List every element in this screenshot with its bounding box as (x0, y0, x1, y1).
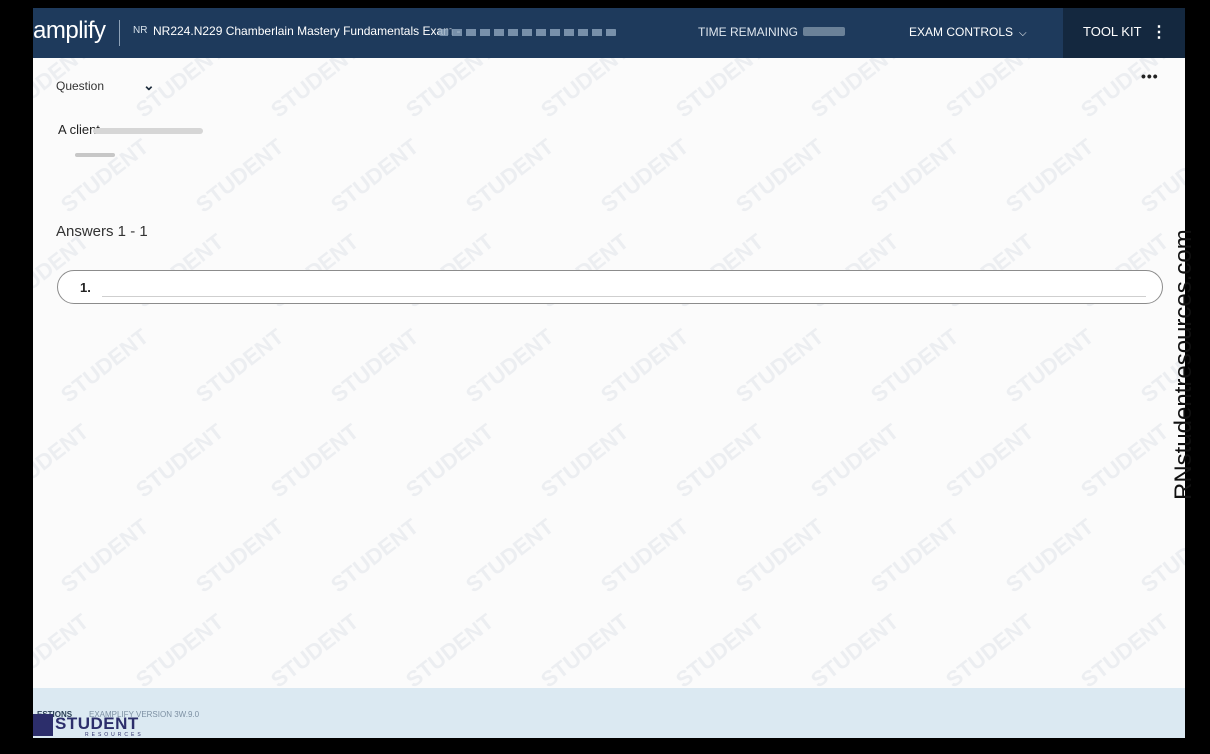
watermark-text: STUDENT (191, 513, 289, 598)
watermark-text: STUDENT (56, 323, 154, 408)
watermark-text: STUDENT (326, 133, 424, 218)
watermark-text: STUDENT (806, 608, 904, 688)
question-label: Question (56, 79, 105, 93)
watermark-text: STUDENT (671, 418, 769, 503)
watermark-text: STUDENT (1136, 513, 1185, 598)
watermark-text: STUDENT (941, 58, 1039, 123)
brand-subtitle: RESOURCES (85, 732, 144, 738)
footer-bar: ESTIONS EXAMPLIFY VERSION 3W.9.0 (33, 688, 1185, 738)
watermark-text: STUDENT (191, 133, 289, 218)
more-options-icon[interactable]: ••• (1141, 68, 1159, 84)
toolkit-button[interactable]: TOOL KIT ⋮ (1063, 8, 1185, 58)
watermark-text: STUDENT (401, 58, 499, 123)
watermark-text: STUDENT (596, 133, 694, 218)
watermark-text: STUDENT (941, 608, 1039, 688)
app-logo: amplify (33, 17, 106, 44)
exam-controls-label: EXAM CONTROLS (909, 25, 1014, 39)
watermark-text: STUDENT (191, 323, 289, 408)
watermark-text: STUDENT (266, 58, 364, 123)
top-bar: amplify NR NR224.N229 Chamberlain Master… (33, 8, 1185, 58)
header-divider (119, 20, 120, 46)
watermark-text: STUDENT (941, 418, 1039, 503)
watermark-text: STUDENT (1001, 513, 1099, 598)
kebab-icon: ⋮ (1151, 24, 1167, 41)
answer-number: 1. (80, 280, 91, 295)
question-dropdown-icon[interactable]: ⌄ (143, 77, 155, 94)
watermark-text: STUDENT (536, 608, 634, 688)
watermark-text: STUDENT (326, 513, 424, 598)
watermark-text: STUDENT (1001, 323, 1099, 408)
watermark-layer: STUDENT STUDENT STUDENT STUDENT STUDENT STUDE… (33, 58, 1185, 688)
watermark-text: STUDENT (266, 608, 364, 688)
watermark-text: STUDENT (866, 323, 964, 408)
watermark-text: STUDENT (536, 418, 634, 503)
brand-mark-icon (33, 714, 53, 736)
time-remaining-redacted (803, 27, 845, 36)
exam-window: amplify NR NR224.N229 Chamberlain Master… (33, 8, 1185, 738)
watermark-text: STUDENT (596, 323, 694, 408)
watermark-text: STUDENT (326, 323, 424, 408)
time-remaining-label: TIME REMAINING (698, 25, 799, 39)
watermark-text: STUDENT (1076, 418, 1174, 503)
watermark-text: STUDENT (536, 58, 634, 123)
watermark-text: STUDENT (131, 418, 229, 503)
chevron-down-icon: ⌵ (1019, 28, 1027, 39)
question-text-redacted (93, 128, 203, 134)
watermark-text: STUDENT (596, 513, 694, 598)
watermark-text: STUDENT (461, 133, 559, 218)
watermark-text: STUDENT (1136, 133, 1185, 218)
watermark-text: STUDENT (33, 608, 94, 688)
exam-code-icon: NR (133, 25, 148, 36)
watermark-text: STUDENT (1001, 133, 1099, 218)
exam-controls-button[interactable]: EXAM CONTROLS ⌵ (909, 25, 1027, 39)
watermark-text: STUDENT (1076, 608, 1174, 688)
watermark-text: STUDENT (671, 608, 769, 688)
side-watermark-text: RNstudentresources.com (1170, 229, 1197, 500)
answer-option[interactable]: 1. (57, 270, 1163, 304)
watermark-text: STUDENT (33, 418, 94, 503)
watermark-text: STUDENT (401, 418, 499, 503)
watermark-text: STUDENT (806, 418, 904, 503)
watermark-text: STUDENT (266, 418, 364, 503)
brand-name: STUDENT (55, 714, 139, 733)
watermark-text: STUDENT (461, 513, 559, 598)
watermark-text: STUDENT (56, 133, 154, 218)
watermark-text: STUDENT (866, 513, 964, 598)
watermark-text: STUDENT (56, 513, 154, 598)
answer-input-line (102, 296, 1146, 297)
watermark-text: STUDENT (731, 133, 829, 218)
exam-title: NR224.N229 Chamberlain Mastery Fundament… (153, 24, 461, 38)
watermark-text: STUDENT (731, 513, 829, 598)
watermark-text: STUDENT (131, 608, 229, 688)
watermark-text: STUDENT (671, 58, 769, 123)
question-text-redacted-2 (75, 153, 115, 157)
answers-heading: Answers 1 - 1 (56, 223, 148, 240)
exam-title-redacted (438, 29, 618, 36)
watermark-text: STUDENT (806, 58, 904, 123)
toolkit-label: TOOL KIT (1083, 24, 1142, 39)
watermark-text: STUDENT (866, 133, 964, 218)
watermark-text: STUDENT (461, 323, 559, 408)
watermark-text: STUDENT (401, 608, 499, 688)
watermark-text: STUDENT (731, 323, 829, 408)
watermark-text: STUDENT (1076, 58, 1174, 123)
